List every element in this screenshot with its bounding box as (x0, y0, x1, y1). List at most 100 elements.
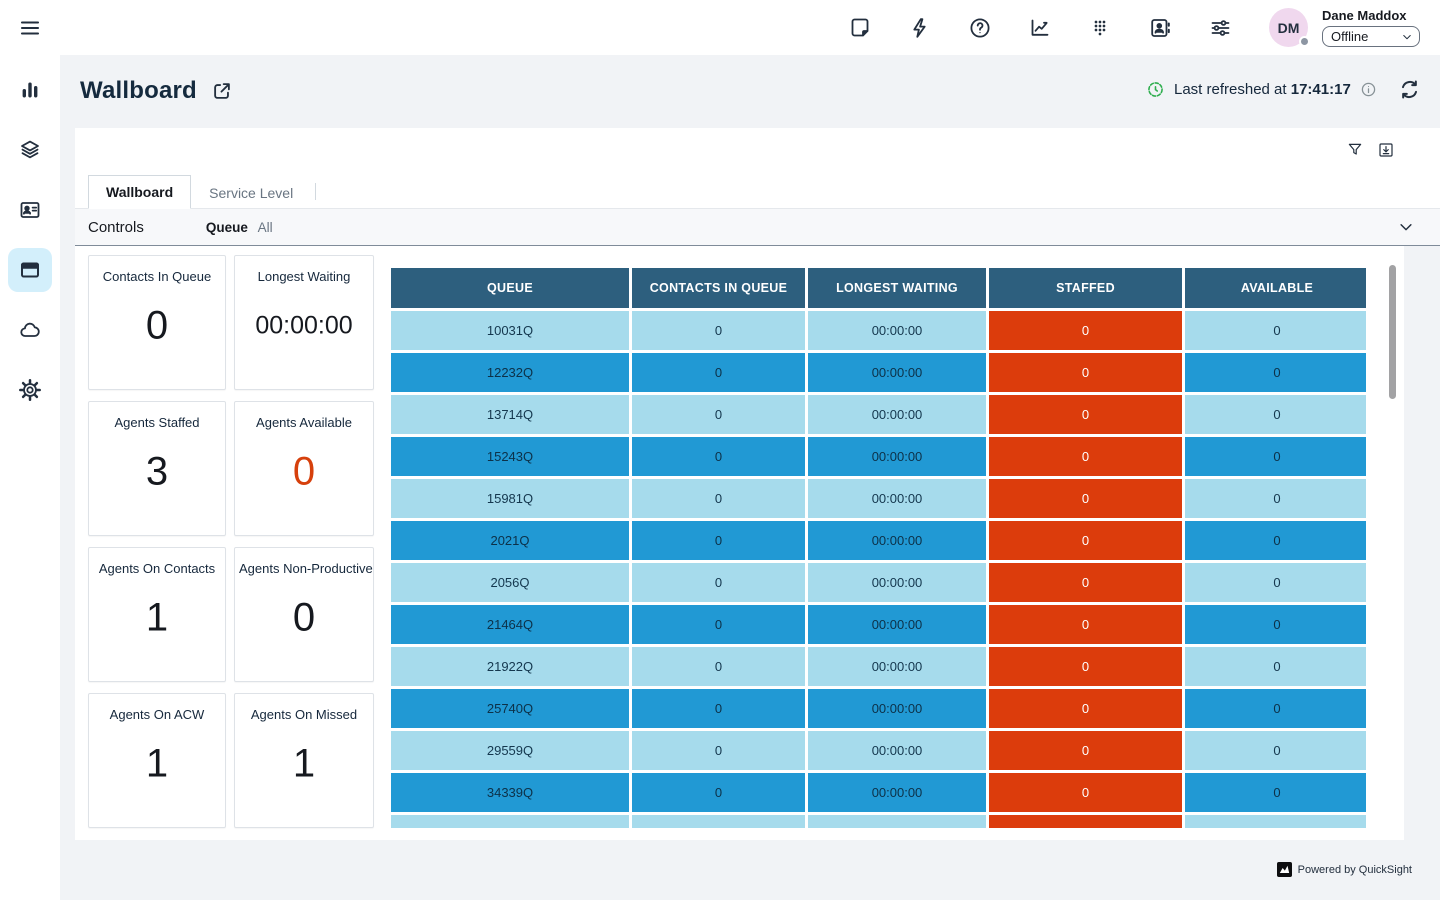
cloud-icon (18, 318, 42, 342)
tab-wallboard[interactable]: Wallboard (88, 175, 191, 209)
controls-collapse-chevron-icon[interactable] (1397, 218, 1415, 236)
dialpad-button[interactable] (1088, 16, 1112, 40)
tab-bar: WallboardService Level (75, 176, 1440, 209)
table-cell: 0 (989, 479, 1182, 518)
table-cell: 0 (1185, 479, 1366, 518)
sidebar-item-cloud[interactable] (8, 308, 52, 352)
address-book-icon (1148, 16, 1172, 40)
sidebar-item-flows[interactable] (8, 128, 52, 172)
table-cell: 0 (1185, 395, 1366, 434)
line-chart-icon (1028, 16, 1052, 40)
export-icon[interactable] (1377, 141, 1395, 159)
layers-icon (18, 138, 42, 162)
table-cell: 2021Q (391, 521, 629, 560)
table-cell: 0 (989, 689, 1182, 728)
status-dot (1299, 36, 1310, 47)
table-cell: 00:00:00 (808, 311, 986, 350)
sidebar-item-contacts[interactable] (8, 188, 52, 232)
filter-icon[interactable] (1346, 141, 1364, 159)
table-cell: 10031Q (391, 311, 629, 350)
avatar-initials: DM (1278, 20, 1300, 36)
table-cell: 0 (1185, 773, 1366, 812)
timer-icon (1146, 80, 1165, 99)
sidebar-item-metrics[interactable] (8, 68, 52, 112)
kpi-card-agents-available: Agents Available 0 (234, 401, 374, 536)
kpi-card-agents-on-missed: Agents On Missed1 (234, 693, 374, 828)
table-cell: 0 (989, 773, 1182, 812)
status-select[interactable]: Offline (1322, 26, 1420, 47)
kpi-value: 1 (89, 742, 225, 787)
external-link-icon[interactable] (211, 80, 233, 102)
user-box: Dane Maddox Offline (1322, 8, 1420, 47)
kpi-card-agents-staffed: Agents Staffed 3 (88, 401, 226, 536)
table-cell: 0 (1185, 521, 1366, 560)
table-cell: 00:00:00 (808, 731, 986, 770)
last-refreshed-label: Last refreshed at (1174, 81, 1287, 98)
kpi-value: 0 (235, 596, 373, 641)
sidebar-item-settings[interactable] (8, 368, 52, 412)
tab-service-level[interactable]: Service Level (191, 176, 311, 209)
status-select-value: Offline (1331, 29, 1368, 44)
table-cell: 0 (989, 647, 1182, 686)
kpi-value: 0 (235, 450, 373, 495)
table-cell: 0 (632, 521, 805, 560)
dialpad-icon (1088, 16, 1112, 40)
table-cell: 0 (989, 521, 1182, 560)
last-refreshed: Last refreshed at 17:41:17 (1146, 80, 1377, 99)
table-header-available: AVAILABLE (1185, 268, 1366, 308)
kpi-card-agents-non-productive: Agents Non-Productive 0 (234, 547, 374, 682)
kpi-title: Agents Staffed (93, 415, 221, 430)
lightning-icon (908, 16, 932, 40)
kpi-title: Agents Available (239, 415, 369, 430)
table-cell: 0 (632, 773, 805, 812)
note-icon (848, 16, 872, 40)
kpi-card-agents-on-contacts: Agents On Contacts1 (88, 547, 226, 682)
page-title: Wallboard (80, 77, 197, 105)
refresh-icon[interactable] (1398, 78, 1421, 101)
table-cell: 00:00:00 (808, 521, 986, 560)
table-cell: 00:00:00 (808, 647, 986, 686)
quicksight-footer-label: Powered by QuickSight (1298, 864, 1412, 876)
table-cell: 34339Q (391, 773, 629, 812)
hamburger-menu-icon[interactable] (18, 16, 42, 40)
gear-icon (18, 378, 42, 402)
table-cell: 00:00:00 (808, 479, 986, 518)
top-bar: DM Dane Maddox Offline (0, 0, 1440, 55)
table-scrollbar[interactable] (1389, 265, 1396, 399)
directory-button[interactable] (1148, 16, 1172, 40)
info-icon[interactable] (1360, 81, 1377, 98)
kpi-title: Agents On ACW (93, 707, 221, 722)
table-cell (632, 815, 805, 828)
table-cell: 15981Q (391, 479, 629, 518)
notes-button[interactable] (848, 16, 872, 40)
user-name: Dane Maddox (1322, 8, 1420, 23)
table-cell: 2056Q (391, 563, 629, 602)
kpi-value: 0 (89, 304, 225, 349)
contact-card-icon (18, 198, 42, 222)
table-cell: 0 (1185, 731, 1366, 770)
queue-filter[interactable]: Queue All (206, 220, 273, 235)
analytics-button[interactable] (1028, 16, 1052, 40)
help-button[interactable] (968, 16, 992, 40)
queue-table: QUEUECONTACTS IN QUEUELONGEST WAITINGSTA… (391, 268, 1366, 828)
chevron-down-icon (1401, 31, 1413, 43)
table-cell (989, 815, 1182, 828)
last-refreshed-time: 17:41:17 (1291, 81, 1351, 98)
table-cell: 0 (632, 311, 805, 350)
table-cell: 0 (632, 479, 805, 518)
table-cell: 0 (1185, 605, 1366, 644)
kpi-value: 1 (235, 742, 373, 787)
sidebar-item-dashboards[interactable] (8, 248, 52, 292)
kpi-value: 3 (89, 450, 225, 495)
preferences-button[interactable] (1208, 16, 1232, 40)
kpi-title: Agents Non-Productive (239, 561, 369, 576)
kpi-card-agents-on-acw: Agents On ACW 1 (88, 693, 226, 828)
topbar-icon-group (848, 16, 1232, 40)
quicksight-footer: Powered by QuickSight (1277, 862, 1412, 877)
avatar[interactable]: DM (1269, 8, 1308, 47)
table-cell: 0 (632, 647, 805, 686)
table-cell (808, 815, 986, 828)
quick-actions-button[interactable] (908, 16, 932, 40)
table-cell: 0 (989, 311, 1182, 350)
table-cell: 0 (1185, 563, 1366, 602)
